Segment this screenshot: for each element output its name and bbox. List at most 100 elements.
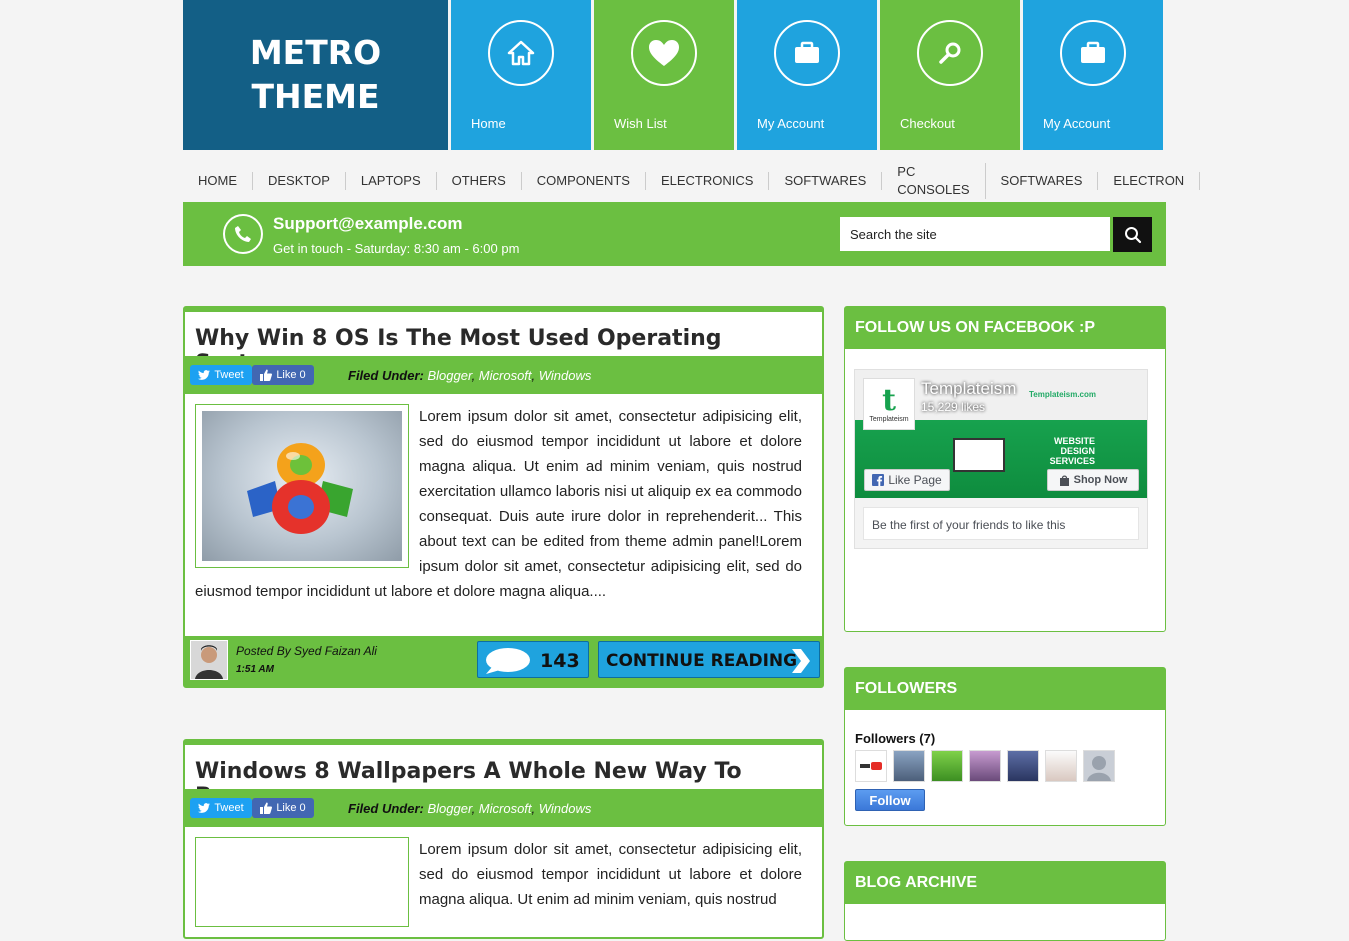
search-button[interactable] — [1113, 217, 1152, 252]
post-body: Lorem ipsum dolor sit amet, consectetur … — [185, 827, 822, 927]
nav-item-electronics[interactable]: ELECTRONICS — [646, 172, 770, 190]
nav-item-laptops[interactable]: LAPTOPS — [346, 172, 437, 190]
like-label: Like 0 — [276, 802, 306, 814]
facebook-page-name[interactable]: Templateism — [921, 379, 1016, 399]
twitter-icon — [198, 803, 211, 813]
post-time: 1:51 AM — [236, 664, 274, 675]
tile-label: My Account — [1043, 116, 1111, 131]
tile-label: Wish List — [614, 116, 667, 131]
key-icon — [917, 20, 983, 86]
continue-reading-button[interactable]: CONTINUE READING — [598, 641, 820, 678]
tile-my-account-2[interactable]: My Account — [1023, 0, 1163, 150]
thumbs-up-icon — [260, 369, 273, 381]
post-meta: Tweet Like 0 Filed Under: Blogger, Micro… — [185, 789, 822, 827]
facebook-site-url: Templateism.com — [1029, 390, 1096, 399]
search-input[interactable] — [840, 217, 1110, 251]
tweet-label: Tweet — [214, 802, 244, 814]
post-author[interactable]: Posted By Syed Faizan Ali — [236, 644, 377, 658]
like-label: Like 0 — [276, 369, 306, 381]
post-meta: Tweet Like 0 Filed Under: Blogger, Micro… — [185, 356, 822, 394]
main-nav: HOME DESKTOP LAPTOPS OTHERS COMPONENTS E… — [183, 163, 1201, 199]
like-page-button[interactable]: Like Page — [864, 469, 950, 491]
post-title[interactable]: Windows 8 Wallpapers A Whole New Way To … — [185, 745, 822, 809]
nav-item-softwares-2[interactable]: SOFTWARES — [986, 172, 1099, 190]
tweet-button[interactable]: Tweet — [190, 365, 252, 385]
shop-now-button[interactable]: Shop Now — [1047, 469, 1139, 491]
facebook-friends-text: Be the first of your friends to like thi… — [863, 507, 1139, 540]
tweet-button[interactable]: Tweet — [190, 798, 252, 818]
facebook-page-plugin: t Templateism Templateism 15,229 likes T… — [854, 369, 1148, 549]
tile-label: My Account — [757, 116, 825, 131]
like-page-label: Like Page — [888, 473, 942, 487]
follower-avatar[interactable] — [931, 750, 963, 782]
blog-archive-widget: BLOG ARCHIVE — [844, 861, 1166, 941]
follower-avatar[interactable] — [1045, 750, 1077, 782]
chevron-right-icon — [792, 649, 810, 673]
filed-under-label: Filed Under: — [348, 368, 424, 383]
widget-title: FOLLOW US ON FACEBOOK :P — [845, 307, 1165, 349]
filed-under-label: Filed Under: — [348, 801, 424, 816]
follower-avatar[interactable] — [1083, 750, 1115, 782]
support-email[interactable]: Support@example.com — [273, 214, 462, 234]
logo-text: Templateism — [869, 415, 909, 423]
facebook-cover[interactable]: t Templateism Templateism 15,229 likes T… — [855, 370, 1147, 498]
category-link[interactable]: Blogger — [427, 368, 471, 383]
nav-item-electron[interactable]: ELECTRON — [1098, 172, 1201, 190]
tile-label: Home — [471, 116, 506, 131]
post-body: Lorem ipsum dolor sit amet, consectetur … — [185, 394, 822, 614]
header: METRO THEME Home Wish List My Account Ch… — [183, 0, 1166, 150]
category-link[interactable]: Blogger — [427, 801, 471, 816]
nav-item-pc-consoles[interactable]: PC CONSOLES — [882, 163, 986, 199]
briefcase-icon — [1060, 20, 1126, 86]
tweet-label: Tweet — [214, 369, 244, 381]
post-thumbnail[interactable] — [195, 837, 409, 927]
nav-item-desktop[interactable]: DESKTOP — [253, 172, 346, 190]
facebook-icon — [872, 474, 885, 486]
nav-item-others[interactable]: OTHERS — [437, 172, 522, 190]
author-avatar[interactable] — [190, 640, 228, 680]
shop-now-label: Shop Now — [1073, 474, 1128, 486]
facebook-tagline: WEBSITE DESIGN SERVICES — [1049, 436, 1095, 466]
tile-label: Checkout — [900, 116, 955, 131]
follower-avatar[interactable] — [1007, 750, 1039, 782]
category-link[interactable]: Windows — [539, 801, 592, 816]
category-link[interactable]: Microsoft — [479, 801, 532, 816]
follower-avatar[interactable] — [969, 750, 1001, 782]
comment-bubble-icon — [486, 648, 530, 674]
category-link[interactable]: Microsoft — [479, 368, 532, 383]
nav-item-components[interactable]: COMPONENTS — [522, 172, 646, 190]
follower-avatars — [855, 750, 1115, 782]
contact-bar: Support@example.com Get in touch - Satur… — [183, 202, 1166, 266]
post-categories: Filed Under: Blogger, Microsoft, Windows — [348, 801, 592, 816]
post-thumbnail[interactable] — [195, 404, 409, 568]
business-hours: Get in touch - Saturday: 8:30 am - 6:00 … — [273, 241, 520, 256]
site-logo[interactable]: METRO THEME — [183, 0, 448, 150]
home-icon — [488, 20, 554, 86]
comment-count-button[interactable]: 143 — [477, 641, 589, 678]
widget-title: BLOG ARCHIVE — [845, 862, 1165, 904]
nav-item-home[interactable]: HOME — [183, 172, 253, 190]
nav-item-softwares[interactable]: SOFTWARES — [769, 172, 883, 190]
shopping-bag-icon — [1059, 474, 1069, 486]
templateism-logo: t Templateism — [863, 378, 915, 430]
tile-checkout[interactable]: Checkout — [880, 0, 1020, 150]
like-button[interactable]: Like 0 — [252, 365, 314, 385]
follow-button[interactable]: Follow — [855, 789, 925, 811]
facebook-likes-count: 15,229 likes — [921, 400, 986, 414]
tile-home[interactable]: Home — [451, 0, 591, 150]
widget-title: FOLLOWERS — [845, 668, 1165, 710]
like-button[interactable]: Like 0 — [252, 798, 314, 818]
followers-count: Followers (7) — [855, 731, 936, 746]
follower-avatar[interactable] — [855, 750, 887, 782]
briefcase-icon — [774, 20, 840, 86]
post-title[interactable]: Why Win 8 OS Is The Most Used Operating … — [185, 312, 822, 376]
category-link[interactable]: Windows — [539, 368, 592, 383]
follower-avatar[interactable] — [893, 750, 925, 782]
comment-count: 143 — [540, 650, 580, 672]
tile-my-account[interactable]: My Account — [737, 0, 877, 150]
thumbs-up-icon — [260, 802, 273, 814]
logo-line1: METRO — [249, 33, 382, 72]
tile-wish-list[interactable]: Wish List — [594, 0, 734, 150]
twitter-icon — [198, 370, 211, 380]
post-footer: Posted By Syed Faizan Ali 1:51 AM 143 CO… — [185, 636, 822, 686]
